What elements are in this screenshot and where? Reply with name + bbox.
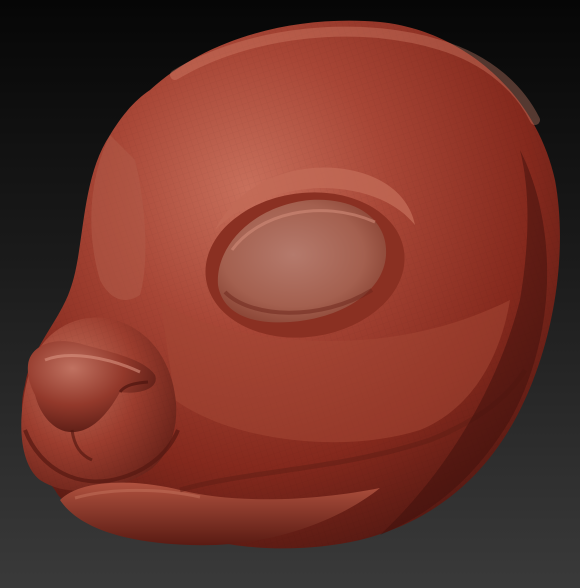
sculpt-render (21, 20, 560, 549)
render-viewport[interactable] (0, 0, 580, 588)
